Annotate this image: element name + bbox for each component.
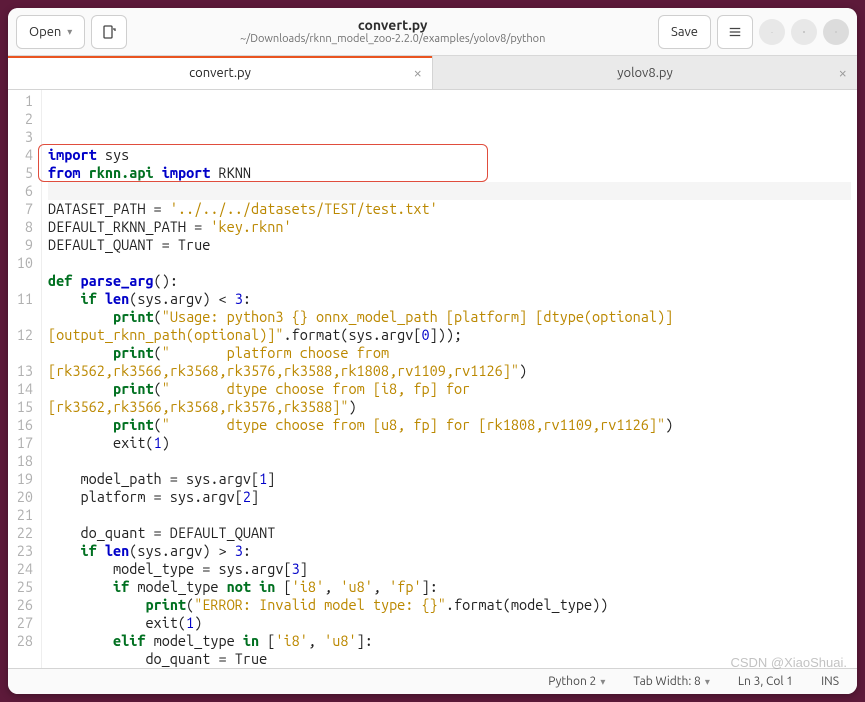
open-label: Open [29, 25, 61, 39]
line-number-gutter: 1234567891011121314151617181920212223242… [8, 90, 42, 668]
tab-label: yolov8.py [617, 66, 673, 80]
code-line: model_type = sys.argv[3] [48, 560, 851, 578]
minimize-icon [771, 25, 773, 39]
save-label: Save [671, 25, 698, 39]
code-line: from rknn.api import RKNN [48, 164, 851, 182]
tab-label: convert.py [189, 66, 251, 80]
code-content[interactable]: import sysfrom rknn.api import RKNN DATA… [42, 90, 857, 668]
chevron-down-icon: ▾ [705, 676, 710, 688]
code-line: def parse_arg(): [48, 272, 851, 290]
code-line: do_quant = DEFAULT_QUANT [48, 524, 851, 542]
code-line: [rk3562,rk3566,rk3568,rk3576,rk3588,rk18… [48, 362, 851, 380]
cursor-position[interactable]: Ln 3, Col 1 [738, 675, 793, 688]
minimize-button[interactable] [759, 19, 785, 45]
tab-close-icon[interactable]: × [414, 64, 422, 81]
code-line: exit(1) [48, 614, 851, 632]
code-line [48, 254, 851, 272]
code-line [48, 506, 851, 524]
insert-mode[interactable]: INS [821, 675, 839, 688]
status-bar: Python 2▾ Tab Width: 8▾ Ln 3, Col 1 INS [8, 668, 857, 694]
chevron-down-icon: ▾ [67, 26, 72, 38]
code-line: do_quant = True [48, 650, 851, 668]
code-line: platform = sys.argv[2] [48, 488, 851, 506]
header-bar: Open ▾ convert.py ~/Downloads/rknn_model… [8, 8, 857, 56]
maximize-icon [803, 25, 805, 39]
hamburger-menu-button[interactable] [717, 15, 753, 49]
open-button[interactable]: Open ▾ [16, 15, 85, 49]
code-line: DEFAULT_RKNN_PATH = 'key.rknn' [48, 218, 851, 236]
code-line: [output_rknn_path(optional)]".format(sys… [48, 326, 851, 344]
close-button[interactable] [823, 19, 849, 45]
tab-close-icon[interactable]: × [839, 64, 847, 81]
maximize-button[interactable] [791, 19, 817, 45]
code-line: if len(sys.argv) > 3: [48, 542, 851, 560]
window-subtitle: ~/Downloads/rknn_model_zoo-2.2.0/example… [127, 33, 658, 46]
save-button[interactable]: Save [658, 15, 711, 49]
code-line: if model_type not in ['i8', 'u8', 'fp']: [48, 578, 851, 596]
new-tab-button[interactable] [91, 15, 127, 49]
header-title-area: convert.py ~/Downloads/rknn_model_zoo-2.… [127, 17, 658, 47]
code-line: DATASET_PATH = '../../../datasets/TEST/t… [48, 200, 851, 218]
tab-yolov8[interactable]: yolov8.py × [433, 56, 857, 89]
editor-area[interactable]: 1234567891011121314151617181920212223242… [8, 90, 857, 668]
new-document-icon [101, 24, 117, 40]
code-line [48, 182, 851, 200]
close-icon [835, 25, 837, 39]
tab-width-selector[interactable]: Tab Width: 8▾ [633, 675, 709, 688]
code-line: print("ERROR: Invalid model type: {}".fo… [48, 596, 851, 614]
tab-convert[interactable]: convert.py × [8, 56, 433, 89]
tab-bar: convert.py × yolov8.py × [8, 56, 857, 90]
code-line: print(" dtype choose from [u8, fp] for [… [48, 416, 851, 434]
code-line: [rk3562,rk3566,rk3568,rk3576,rk3588]") [48, 398, 851, 416]
editor-window: Open ▾ convert.py ~/Downloads/rknn_model… [8, 8, 857, 694]
code-line: DEFAULT_QUANT = True [48, 236, 851, 254]
code-line: elif model_type in ['i8', 'u8']: [48, 632, 851, 650]
code-line: if len(sys.argv) < 3: [48, 290, 851, 308]
code-line: model_path = sys.argv[1] [48, 470, 851, 488]
language-selector[interactable]: Python 2▾ [548, 675, 605, 688]
code-line: import sys [48, 146, 851, 164]
chevron-down-icon: ▾ [600, 676, 605, 688]
code-line: print(" dtype choose from [i8, fp] for [48, 380, 851, 398]
hamburger-icon [728, 25, 742, 39]
code-line: print(" platform choose from [48, 344, 851, 362]
window-title: convert.py [127, 17, 658, 34]
code-line: exit(1) [48, 434, 851, 452]
code-line [48, 452, 851, 470]
code-line: print("Usage: python3 {} onnx_model_path… [48, 308, 851, 326]
